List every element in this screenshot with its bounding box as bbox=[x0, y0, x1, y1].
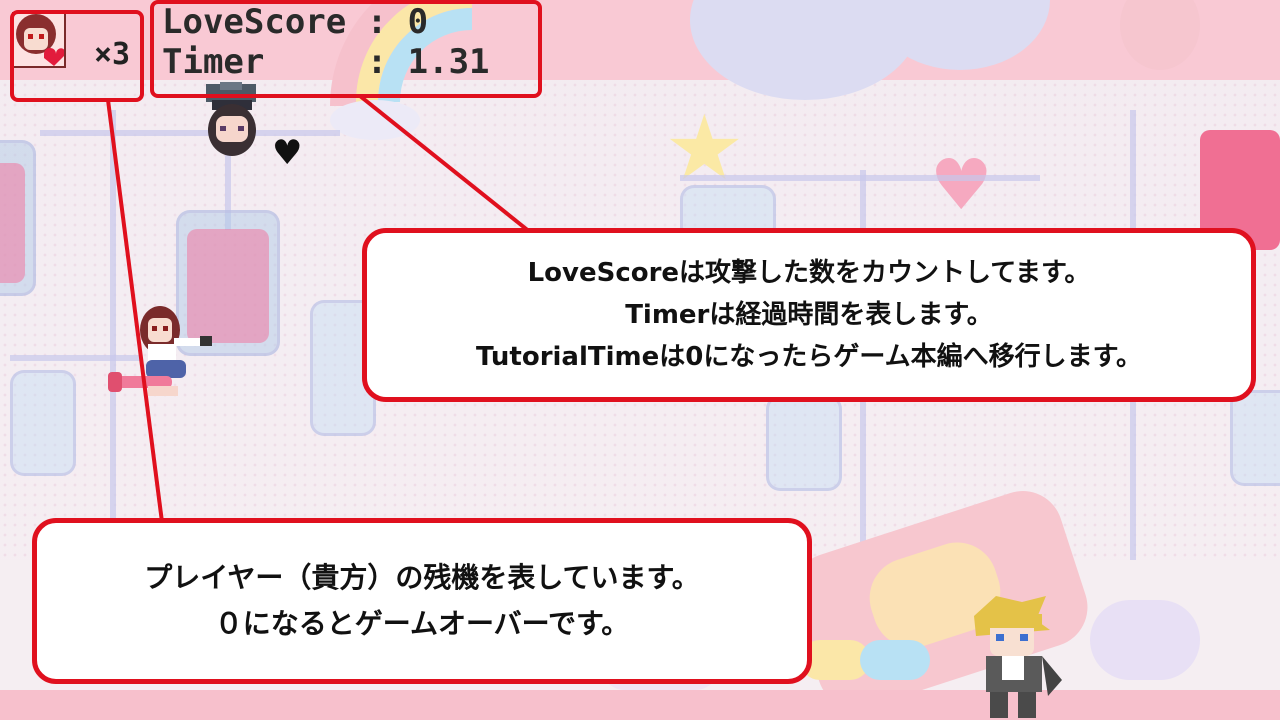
boss-sprite bbox=[974, 596, 1062, 718]
score-timer-callout: LoveScoreは攻撃した数をカウントしてます。 Timerは経過時間を表しま… bbox=[362, 228, 1256, 402]
iv-bag-decoration bbox=[0, 140, 36, 296]
pill-decoration bbox=[1090, 600, 1200, 680]
iv-bag-decoration bbox=[10, 370, 76, 476]
score-timer-highlight-box bbox=[150, 0, 542, 98]
callout-text-line: プレイヤー（貴方）の残機を表しています。 bbox=[144, 561, 700, 594]
iv-bag-decoration bbox=[766, 395, 842, 491]
callout-text-line: TutorialTimeは0になったらゲーム本編へ移行します。 bbox=[476, 342, 1142, 372]
heart-icon: ♥ bbox=[272, 133, 303, 173]
lives-callout: プレイヤー（貴方）の残機を表しています。 ０になるとゲームオーバーです。 bbox=[32, 518, 812, 684]
callout-text-line: Timerは経過時間を表します。 bbox=[625, 300, 993, 330]
callout-text-line: LoveScoreは攻撃した数をカウントしてます。 bbox=[527, 258, 1091, 288]
cloud-decoration bbox=[330, 100, 420, 140]
background-bottom-band bbox=[0, 690, 1280, 720]
player-sprite bbox=[108, 306, 212, 396]
lives-highlight-box bbox=[10, 10, 144, 102]
callout-text-line: ０になるとゲームオーバーです。 bbox=[214, 607, 630, 640]
iv-bag-decoration bbox=[1230, 390, 1280, 486]
pill-decoration bbox=[860, 640, 930, 680]
star-decoration: ♥ bbox=[930, 144, 993, 226]
